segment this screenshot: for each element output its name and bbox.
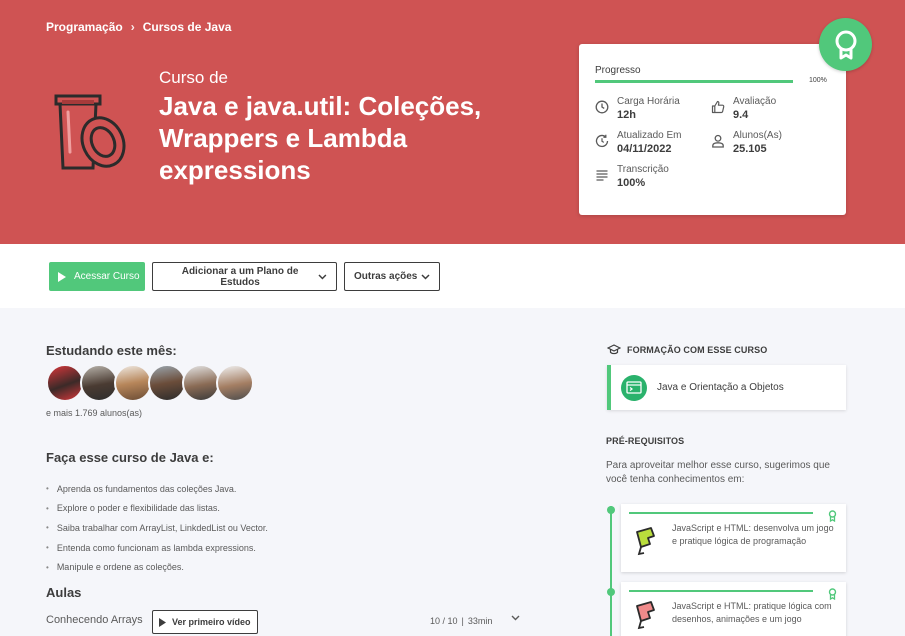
objectives-list: Aprenda os fundamentos das coleções Java… bbox=[46, 479, 268, 577]
avatar bbox=[114, 364, 152, 402]
stat-label: Alunos(As) bbox=[733, 130, 782, 141]
prereq-title: JavaScript e HTML: desenvolva um jogo e … bbox=[672, 523, 834, 546]
prereq-progress-bar bbox=[629, 512, 813, 514]
avatar bbox=[148, 364, 186, 402]
formation-heading: FORMAÇÃO COM ESSE CURSO bbox=[607, 344, 767, 355]
stat-label: Transcrição bbox=[617, 164, 669, 175]
progress-label: Progresso bbox=[595, 65, 641, 76]
list-item: Entenda como funcionam as lambda express… bbox=[46, 538, 268, 558]
avatar bbox=[182, 364, 220, 402]
thumbs-up-icon bbox=[711, 100, 725, 114]
user-icon bbox=[712, 134, 724, 148]
prereq-card[interactable]: JavaScript e HTML: pratique lógica com d… bbox=[621, 582, 846, 636]
timeline-dot bbox=[607, 588, 615, 596]
lesson-count: 10 / 10 bbox=[430, 616, 458, 626]
lesson-duration: 33min bbox=[467, 616, 493, 626]
progress-bar bbox=[595, 80, 793, 83]
add-to-plan-button[interactable]: Adicionar a um Plano de Estudos bbox=[152, 262, 337, 291]
other-actions-label: Outras ações bbox=[354, 271, 418, 282]
stat-value: 04/11/2022 bbox=[617, 143, 672, 155]
puzzle-icon bbox=[636, 601, 655, 630]
formation-heading-label: FORMAÇÃO COM ESSE CURSO bbox=[627, 344, 768, 355]
more-students-text: e mais 1.769 alunos(as) bbox=[46, 408, 143, 418]
watch-first-video-label: Ver primeiro vídeo bbox=[172, 617, 251, 627]
lesson-meta: 10 / 10 | 33min bbox=[430, 616, 492, 626]
play-icon bbox=[58, 271, 66, 282]
prereq-title: JavaScript e HTML: pratique lógica com d… bbox=[672, 601, 832, 624]
stat-transcript: Transcrição 100% bbox=[595, 164, 669, 190]
refresh-clock-icon bbox=[595, 134, 609, 148]
stat-label: Carga Horária bbox=[617, 96, 680, 107]
progress-percent: 100% bbox=[809, 77, 827, 84]
course-action-bar: Acessar Curso Adicionar a um Plano de Es… bbox=[0, 244, 905, 308]
ribbon-icon bbox=[828, 588, 837, 600]
play-icon bbox=[159, 617, 166, 627]
stat-students: Alunos(As) 25.105 bbox=[711, 130, 782, 156]
list-item: Saiba trabalhar com ArrayList, LinkdedLi… bbox=[46, 518, 268, 538]
terminal-icon bbox=[621, 374, 647, 401]
watch-first-video-button[interactable]: Ver primeiro vídeo bbox=[152, 610, 258, 634]
list-item: Explore o poder e flexibilidade das list… bbox=[46, 499, 268, 519]
chevron-down-icon bbox=[421, 273, 430, 280]
student-avatars bbox=[46, 364, 254, 402]
breadcrumb-subcategory[interactable]: Cursos de Java bbox=[143, 20, 232, 34]
ribbon-icon bbox=[828, 510, 837, 522]
list-item: Manipule e ordene as coleções. bbox=[46, 557, 268, 577]
stat-value: 25.105 bbox=[733, 143, 767, 155]
text-lines-icon bbox=[596, 170, 608, 181]
prereq-timeline bbox=[610, 506, 612, 636]
course-stats-card: Progresso 100% Carga Horária 12h Avaliaçã… bbox=[579, 44, 846, 215]
add-to-plan-label: Adicionar a um Plano de Estudos bbox=[181, 265, 299, 288]
progress-bar-fill bbox=[595, 80, 793, 83]
access-course-button[interactable]: Acessar Curso bbox=[49, 262, 145, 291]
course-kicker: Curso de bbox=[159, 68, 228, 87]
stat-value: 9.4 bbox=[733, 109, 749, 121]
studying-heading: Estudando este mês: bbox=[46, 343, 177, 358]
timeline-dot bbox=[607, 506, 615, 514]
puzzle-icon bbox=[636, 527, 655, 556]
formation-title: Java e Orientação a Objetos bbox=[657, 382, 784, 393]
other-actions-button[interactable]: Outras ações bbox=[344, 262, 440, 291]
breadcrumb: Programação › Cursos de Java bbox=[46, 20, 231, 34]
certificate-badge-icon bbox=[819, 18, 872, 71]
stat-workload: Carga Horária 12h bbox=[595, 96, 680, 122]
objectives-heading: Faça esse curso de Java e: bbox=[46, 450, 214, 465]
prereq-description: Para aproveitar melhor esse curso, suger… bbox=[606, 460, 830, 485]
stat-updated: Atualizado Em 04/11/2022 bbox=[595, 130, 681, 156]
formation-card[interactable]: Java e Orientação a Objetos bbox=[607, 365, 846, 410]
access-course-label: Acessar Curso bbox=[74, 271, 140, 282]
stat-value: 100% bbox=[617, 177, 646, 189]
lesson-title[interactable]: Conhecendo Arrays bbox=[46, 614, 143, 626]
stat-rating: Avaliação 9.4 bbox=[711, 96, 776, 122]
lessons-heading: Aulas bbox=[46, 585, 82, 600]
prereq-heading: PRÉ-REQUISITOS bbox=[606, 436, 685, 446]
stat-label: Atualizado Em bbox=[617, 130, 682, 141]
chevron-down-icon[interactable] bbox=[511, 615, 520, 621]
avatar bbox=[80, 364, 118, 402]
graduation-cap-icon bbox=[607, 344, 621, 355]
java-cup-icon bbox=[54, 94, 126, 170]
avatar bbox=[46, 364, 84, 402]
stat-value: 12h bbox=[617, 109, 636, 121]
ribbon-icon bbox=[835, 30, 856, 59]
list-item: Aprenda os fundamentos das coleções Java… bbox=[46, 479, 268, 499]
prereq-progress-bar bbox=[629, 590, 813, 592]
clock-icon bbox=[595, 100, 609, 114]
prereq-card[interactable]: JavaScript e HTML: desenvolva um jogo e … bbox=[621, 504, 846, 572]
stat-label: Avaliação bbox=[733, 96, 777, 107]
separator: | bbox=[461, 616, 464, 626]
chevron-down-icon bbox=[318, 274, 327, 280]
course-title: Java e java.util: Coleções, Wrappers e L… bbox=[159, 91, 482, 185]
breadcrumb-category[interactable]: Programação bbox=[46, 20, 123, 34]
chevron-right-icon: › bbox=[130, 20, 135, 34]
avatar bbox=[216, 364, 254, 402]
